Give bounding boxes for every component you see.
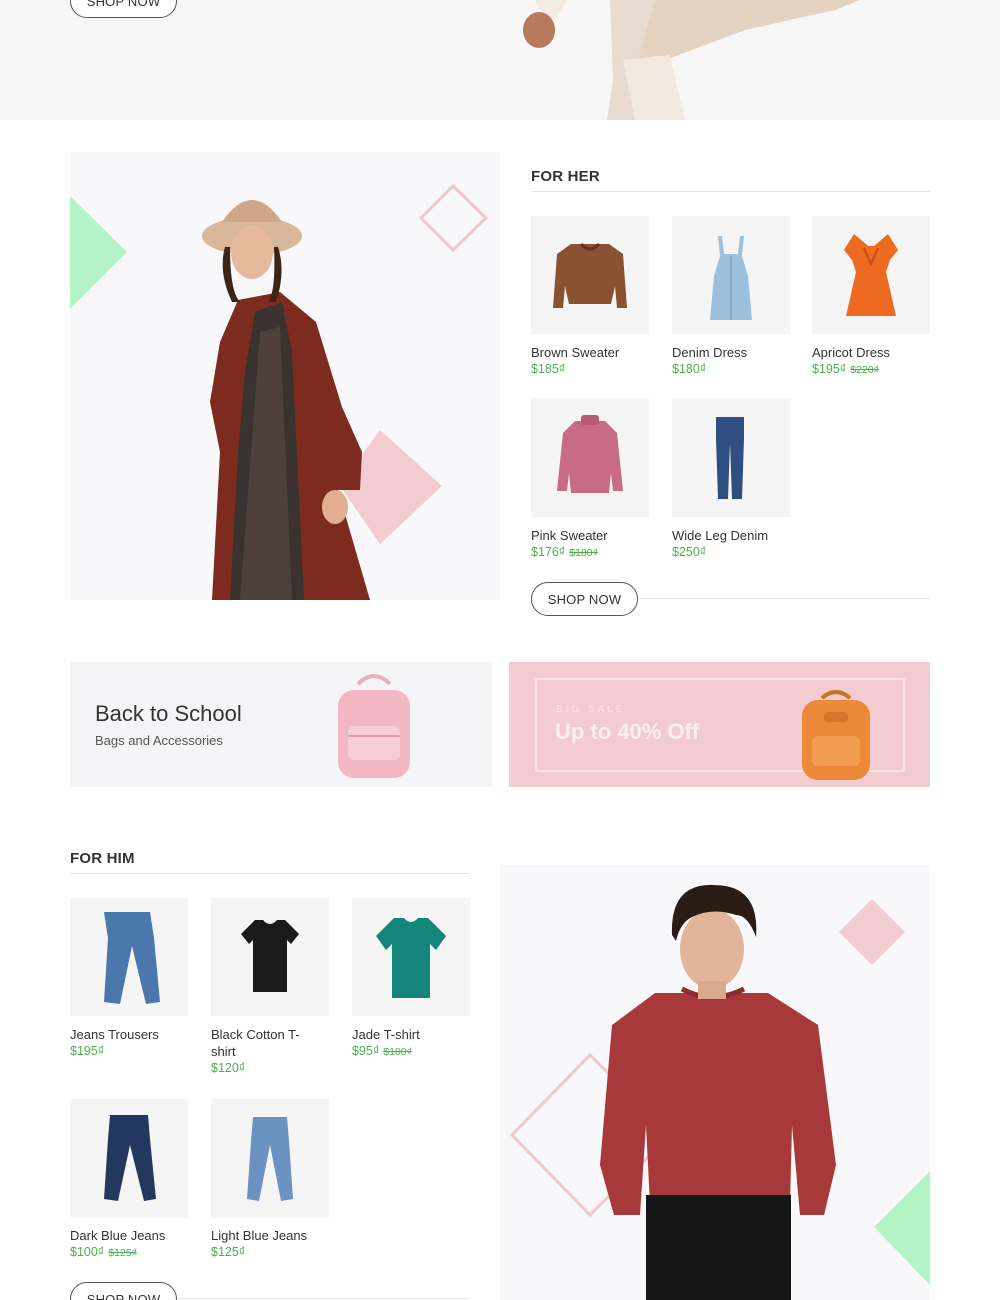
product-name[interactable]: Wide Leg Denim bbox=[672, 527, 792, 544]
product-image[interactable] bbox=[352, 898, 470, 1016]
product-price: $250₫ bbox=[672, 545, 707, 559]
product-card[interactable]: Dark Blue Jeans $100₫ $125₫ bbox=[70, 1099, 190, 1259]
for-him-feature-image bbox=[500, 865, 930, 1300]
mint-triangle-decor bbox=[874, 1171, 930, 1285]
for-him-shop-now-label: SHOP NOW bbox=[86, 1291, 161, 1300]
for-him-shop-rule bbox=[177, 1298, 469, 1299]
backpack-icon bbox=[802, 690, 870, 780]
tshirt-icon bbox=[376, 918, 446, 998]
product-card[interactable]: Jeans Trousers $195₫ bbox=[70, 898, 190, 1058]
dress-icon bbox=[844, 234, 898, 316]
old-price: $180₫ bbox=[569, 547, 598, 559]
product-image[interactable] bbox=[531, 216, 649, 334]
product-price: $176₫ $180₫ bbox=[531, 545, 598, 559]
product-price: $195₫ bbox=[70, 1044, 105, 1058]
product-card[interactable]: Apricot Dress $195₫ $220₫ bbox=[812, 216, 932, 376]
product-image[interactable] bbox=[672, 399, 790, 517]
banner-subtitle: Bags and Accessories bbox=[95, 733, 223, 748]
product-price: $95₫ $100₫ bbox=[352, 1044, 413, 1058]
jeans-icon bbox=[716, 417, 744, 499]
sale-title: Up to 40% Off bbox=[555, 719, 700, 744]
for-her-shop-rule bbox=[638, 598, 930, 599]
sweater-icon bbox=[557, 415, 623, 493]
product-card[interactable]: Brown Sweater $185₫ bbox=[531, 216, 651, 376]
product-price: $100₫ $125₫ bbox=[70, 1245, 137, 1259]
product-image[interactable] bbox=[531, 399, 649, 517]
product-price: $120₫ bbox=[211, 1061, 246, 1075]
jeans-icon bbox=[104, 1115, 156, 1201]
product-name[interactable]: Brown Sweater bbox=[531, 344, 651, 361]
hero-model-image bbox=[523, 0, 860, 120]
hero-strip: SHOP NOW bbox=[0, 0, 1000, 120]
product-image[interactable] bbox=[672, 216, 790, 334]
product-name[interactable]: Denim Dress bbox=[672, 344, 792, 361]
product-image[interactable] bbox=[812, 216, 930, 334]
product-image[interactable] bbox=[70, 898, 188, 1016]
product-card[interactable]: Black Cotton T-shirt $120₫ bbox=[211, 898, 331, 1075]
old-price: $100₫ bbox=[383, 1046, 413, 1058]
product-name[interactable]: Light Blue Jeans bbox=[211, 1227, 331, 1244]
jeans-icon bbox=[104, 912, 160, 1004]
product-price: $180₫ bbox=[672, 362, 707, 376]
dress-icon bbox=[710, 236, 752, 320]
product-card[interactable]: Wide Leg Denim $250₫ bbox=[672, 399, 792, 559]
product-price: $185₫ bbox=[531, 362, 566, 376]
for-her-shop-now-label: SHOP NOW bbox=[547, 591, 622, 607]
product-image[interactable] bbox=[211, 898, 329, 1016]
for-her-title: FOR HER bbox=[531, 168, 600, 185]
product-name[interactable]: Jeans Trousers bbox=[70, 1026, 190, 1043]
product-name[interactable]: Jade T-shirt bbox=[352, 1026, 472, 1043]
big-sale-banner[interactable]: BIG SALE Up to 40% Off bbox=[509, 662, 930, 787]
product-card[interactable]: Light Blue Jeans $125₫ bbox=[211, 1099, 331, 1259]
old-price: $125₫ bbox=[108, 1247, 137, 1259]
product-image[interactable] bbox=[70, 1099, 188, 1217]
tshirt-icon bbox=[241, 920, 299, 992]
sale-kicker: BIG SALE bbox=[556, 704, 626, 715]
product-card[interactable]: Denim Dress $180₫ bbox=[672, 216, 792, 376]
for-her-shop-now-button[interactable]: SHOP NOW bbox=[531, 582, 638, 616]
hero-shop-now-label: SHOP NOW bbox=[86, 0, 161, 9]
product-name[interactable]: Apricot Dress bbox=[812, 344, 932, 361]
backpack-icon bbox=[338, 674, 410, 778]
for-him-title-rule bbox=[70, 873, 469, 874]
hero-shop-now-button[interactable]: SHOP NOW bbox=[70, 0, 177, 18]
diamond-outline-decor bbox=[418, 183, 489, 253]
product-card[interactable]: Jade T-shirt $95₫ $100₫ bbox=[352, 898, 472, 1058]
old-price: $220₫ bbox=[850, 364, 879, 376]
pink-diamond-decor bbox=[839, 899, 905, 965]
for-her-feature-image bbox=[70, 152, 500, 600]
product-price: $195₫ $220₫ bbox=[812, 362, 879, 376]
mint-triangle-decor bbox=[70, 196, 127, 309]
product-name[interactable]: Dark Blue Jeans bbox=[70, 1227, 190, 1244]
for-him-shop-now-button[interactable]: SHOP NOW bbox=[70, 1282, 177, 1300]
product-name[interactable]: Black Cotton T-shirt bbox=[211, 1026, 311, 1060]
jeans-icon bbox=[247, 1117, 293, 1201]
banner-title: Back to School bbox=[95, 701, 242, 726]
for-him-title: FOR HIM bbox=[70, 850, 135, 867]
product-name[interactable]: Pink Sweater bbox=[531, 527, 651, 544]
for-her-title-rule bbox=[531, 191, 930, 192]
back-to-school-banner[interactable]: Back to School Bags and Accessories bbox=[70, 662, 492, 787]
sweater-icon bbox=[553, 242, 627, 308]
product-image[interactable] bbox=[211, 1099, 329, 1217]
product-price: $125₫ bbox=[211, 1245, 246, 1259]
product-card[interactable]: Pink Sweater $176₫ $180₫ bbox=[531, 399, 651, 559]
